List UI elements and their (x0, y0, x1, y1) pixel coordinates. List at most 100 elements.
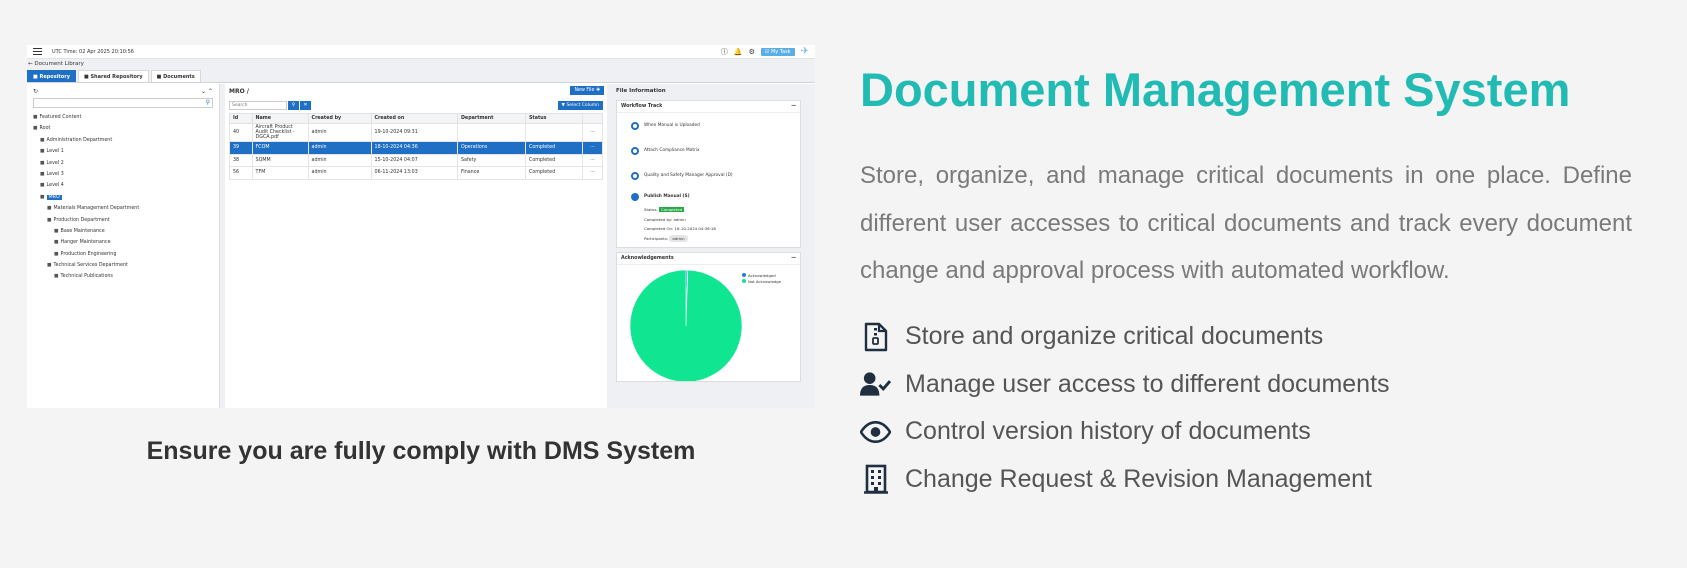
table-cell: admin (307, 153, 372, 167)
table-cell: 06-11-2024 13:03 (370, 166, 458, 180)
table-row[interactable]: 38 SQMM admin 15-10-2024 04:07 Safety Complet… (229, 153, 603, 167)
table-cell: Completed (524, 141, 584, 155)
table-row[interactable]: 56 TFM admin 06-11-2024 13:03 Finance Complet… (229, 166, 603, 180)
tree-node[interactable]: ■ Hanger Maintenance (33, 237, 213, 248)
column-header[interactable]: Created on (370, 113, 458, 124)
table-row[interactable]: 40 Aircraft Product Audit Checklist - DGC… (229, 123, 603, 142)
refresh-icon[interactable]: ↻ (33, 88, 38, 95)
table-cell: FCOM (251, 141, 309, 155)
table-cell: Aircraft Product Audit Checklist - DGCA.… (251, 123, 309, 142)
tree-node[interactable]: ■ Level 2 (33, 158, 213, 169)
row-menu-button[interactable]: ··· (582, 123, 603, 142)
gear-icon[interactable]: ⚙ (749, 48, 755, 56)
tab-repository[interactable]: ■ Repository (27, 70, 76, 82)
menu-icon[interactable] (33, 48, 42, 55)
tab-shared-repository[interactable]: ■ Shared Repository (77, 70, 149, 82)
feature-item: Change Request & Revision Management (860, 456, 1390, 504)
tree-node[interactable]: ■ Base Maintenance (33, 226, 213, 237)
pie-slice-not-acknowledge[interactable] (629, 269, 743, 382)
folder-icon: ■ (54, 240, 59, 246)
folder-path: MRO / (229, 88, 249, 95)
bell-icon[interactable]: 🔔 (734, 48, 743, 56)
table-cell: 40 (229, 123, 253, 142)
expand-icon[interactable]: ⌃ (208, 88, 213, 95)
folder-icon: ■ (40, 183, 45, 189)
table-cell: admin (307, 166, 372, 180)
minimize-icon[interactable]: — (791, 256, 796, 261)
column-header[interactable]: Status (524, 113, 584, 124)
feature-label: Store and organize critical documents (905, 322, 1324, 351)
feature-item: Manage user access to different document… (860, 361, 1390, 409)
search-icon[interactable]: ⚲ (206, 99, 210, 106)
feature-label: Manage user access to different document… (905, 369, 1390, 398)
folder-icon: ■ (47, 217, 52, 223)
tree-node-label: Level 4 (46, 183, 64, 189)
tree-node[interactable]: ■ Technical Services Department (33, 260, 213, 271)
row-menu-button[interactable]: ··· (582, 153, 603, 167)
utc-time: UTC Time: 02 Apr 2025 20:10:56 (52, 48, 134, 55)
tree-node[interactable]: ■ Production Engineering (33, 249, 213, 260)
acknowledgement-card: Acknowledgements — Acknowledged Not Ackno… (616, 252, 801, 382)
table-cell: Operations (456, 141, 526, 155)
tree-node-label: Root (39, 126, 51, 132)
tree-node-label: Materials Management Department (53, 206, 140, 212)
tree-node[interactable]: ■ Level 4 (33, 180, 213, 191)
feature-item: Control version history of documents (860, 408, 1390, 456)
table-cell: admin (307, 123, 372, 142)
column-header[interactable]: Name (251, 113, 309, 124)
tree-node-label: Base Maintenance (60, 228, 105, 234)
workflow-title: Workflow Track (621, 104, 663, 109)
row-menu-button[interactable]: ··· (582, 141, 603, 155)
table-cell: 18-10-2024 04:36 (370, 141, 458, 155)
file-search-input[interactable]: Search (229, 101, 287, 110)
help-icon[interactable]: ⓘ (721, 47, 728, 57)
table-cell: Safety (456, 153, 526, 167)
tree-search-input[interactable]: ⚲ (33, 98, 213, 108)
row-menu-button[interactable]: ··· (582, 166, 603, 180)
participant-chip: admin (669, 234, 688, 242)
tree-node-label: Technical Services Department (53, 263, 128, 269)
feature-label: Change Request & Revision Management (905, 464, 1372, 493)
airplane-logo-icon: ✈ (800, 46, 809, 57)
tree-node[interactable]: ■ Technical Publications (33, 271, 213, 282)
tree-node[interactable]: ■ Materials Management Department (33, 203, 213, 214)
search-button[interactable]: ⚲ (288, 101, 299, 110)
tab-documents[interactable]: ■ Documents (150, 70, 201, 82)
repository-tabs: ■ Repository ■ Shared Repository ■ Docum… (27, 69, 815, 83)
folder-icon: ■ (40, 160, 45, 166)
building-icon (860, 464, 891, 495)
column-header[interactable]: Department (456, 113, 526, 124)
table-cell: SQMM (251, 153, 309, 167)
new-file-button[interactable]: New File ✚ (570, 86, 604, 95)
my-task-button[interactable]: ☑ My Task (760, 47, 795, 56)
collapse-icon[interactable]: ⌄ (201, 88, 206, 95)
table-row[interactable]: 39 FCOM admin 18-10-2024 04:36 Operations Com… (229, 141, 603, 155)
tree-node[interactable]: ■ MRO (33, 192, 213, 203)
tree-node-label: Featured Content (39, 115, 82, 120)
tree-node[interactable]: ■ Level 3 (33, 169, 213, 180)
folder-icon: ■ (40, 171, 45, 177)
column-header[interactable]: Id (229, 113, 253, 124)
tree-node[interactable]: ■ Administration Department (33, 135, 213, 146)
tree-node-label: MRO (46, 194, 62, 200)
folder-icon: ■ (54, 274, 59, 280)
clear-search-button[interactable]: ✕ (300, 101, 311, 110)
table-cell (456, 123, 526, 142)
tree-node[interactable]: ■ Featured Content (33, 112, 213, 123)
column-header[interactable]: Created by (307, 113, 372, 124)
select-column-button[interactable]: ▼ Select Column (557, 101, 603, 110)
minimize-icon[interactable]: — (791, 104, 796, 109)
tree-node[interactable]: ■ Production Department (33, 215, 213, 226)
tree-node[interactable]: ■ Level 1 (33, 146, 213, 157)
edit-icon (631, 192, 639, 201)
chart-legend: Acknowledged Not Acknowledge (742, 273, 781, 285)
completed-by: Completed by: admin (644, 216, 686, 222)
workflow-step: When Manual is Uploaded (617, 113, 800, 138)
folder-icon: ■ (33, 115, 38, 120)
folder-icon: ■ (54, 228, 59, 234)
file-info-panel: File Information Workflow Track — When Ma… (612, 84, 805, 408)
tree-node-label: Administration Department (46, 137, 113, 143)
file-table: Id Name Created by Created on Department Stat… (229, 113, 603, 180)
tree-node[interactable]: ■ Root (33, 123, 213, 134)
step-details: Status: Completed Completed by: admin Co… (617, 205, 800, 247)
